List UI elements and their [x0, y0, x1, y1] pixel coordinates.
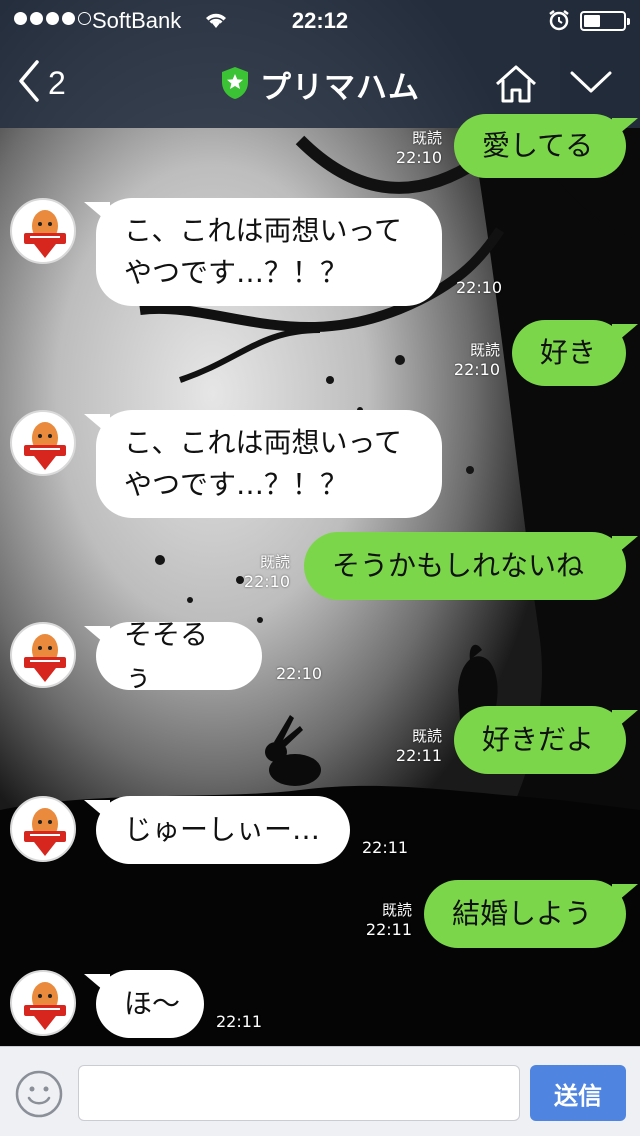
message-time: 22:10	[276, 664, 323, 683]
chat-title[interactable]: プリマハム	[260, 62, 420, 107]
message-time: 22:11	[362, 838, 409, 857]
message-input[interactable]	[78, 1065, 520, 1121]
message-time: 22:10	[456, 278, 503, 297]
sender-avatar[interactable]	[10, 410, 76, 476]
sender-avatar[interactable]	[10, 622, 76, 688]
message-meta: 既読 22:11	[365, 901, 412, 939]
outgoing-message[interactable]: そうかもしれないね	[304, 532, 638, 600]
incoming-message[interactable]: ほ〜	[84, 970, 204, 1038]
home-icon	[495, 65, 537, 103]
incoming-message[interactable]: こ、これは両想いって やつです…？！？	[84, 198, 442, 306]
status-time: 22:12	[291, 8, 349, 33]
outgoing-message[interactable]: 結婚しよう	[424, 880, 638, 948]
top-bar: SoftBank 22:12 2 プリマハム	[0, 0, 640, 128]
chevron-down-icon	[570, 71, 612, 93]
emoji-button[interactable]	[14, 1069, 64, 1119]
smiley-icon	[15, 1070, 63, 1118]
chat-title-area: プリマハム	[0, 62, 640, 107]
sender-avatar[interactable]	[10, 970, 76, 1036]
home-button[interactable]	[494, 64, 538, 108]
send-button[interactable]: 送信	[530, 1065, 626, 1121]
message-meta: 既読 22:10	[453, 341, 500, 379]
message-meta: 既読 22:10	[395, 129, 442, 167]
official-account-badge-icon	[220, 66, 250, 104]
message-time: 22:11	[216, 1012, 263, 1031]
alarm-clock-icon	[548, 9, 570, 37]
outgoing-message[interactable]: 好きだよ	[454, 706, 638, 774]
message-meta: 既読 22:10	[243, 553, 290, 591]
message-meta: 既読 22:11	[395, 727, 442, 765]
message-input-bar: 送信	[0, 1046, 640, 1136]
menu-toggle-button[interactable]	[570, 70, 612, 98]
chat-messages[interactable]: 既読 22:10 愛してる こ、これは両想いって やつです…？！？ 22:10 既…	[0, 114, 640, 1046]
status-bar: SoftBank 22:12	[0, 0, 640, 40]
sender-avatar[interactable]	[10, 198, 76, 264]
incoming-message[interactable]: じゅーしぃー…	[84, 796, 350, 864]
outgoing-message[interactable]: 好き	[512, 320, 638, 386]
sender-avatar[interactable]	[10, 796, 76, 862]
incoming-message[interactable]: そそるぅ	[84, 618, 262, 693]
battery-icon	[580, 11, 630, 31]
outgoing-message[interactable]: 愛してる	[454, 114, 638, 178]
incoming-message[interactable]: こ、これは両想いって やつです…？！？	[84, 410, 442, 518]
